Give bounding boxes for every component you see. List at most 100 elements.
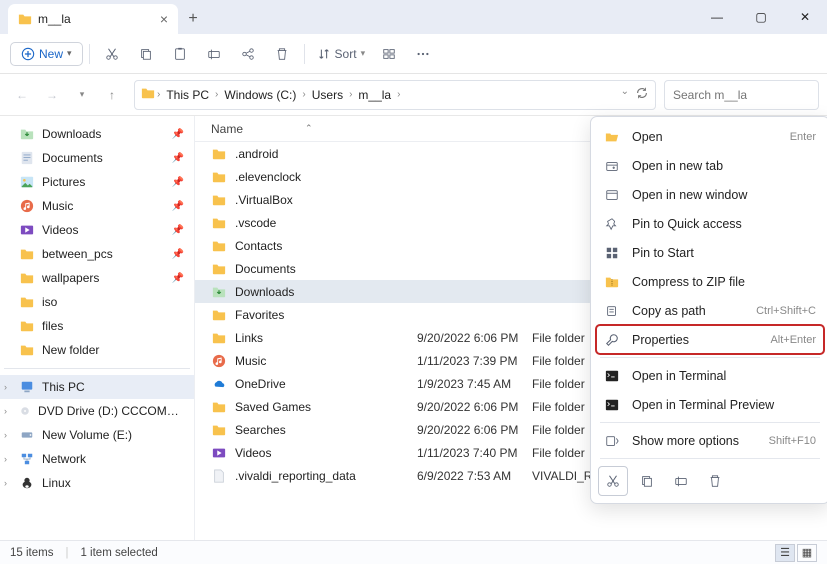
menu-item-properties[interactable]: Properties Alt+Enter bbox=[596, 325, 824, 354]
sidebar-item-label: wallpapers bbox=[42, 271, 99, 285]
plus-icon bbox=[21, 47, 35, 61]
back-button[interactable]: ← bbox=[8, 81, 36, 109]
sidebar-item-between_pcs[interactable]: between_pcs📌 bbox=[0, 242, 194, 266]
column-name[interactable]: Name⌃ bbox=[211, 122, 401, 136]
share-button[interactable] bbox=[232, 40, 264, 68]
file-date: 9/20/2022 6:06 PM bbox=[417, 400, 532, 414]
menu-item-label: Properties bbox=[632, 333, 758, 347]
copy-button[interactable] bbox=[130, 40, 162, 68]
paste-icon bbox=[173, 47, 187, 61]
sidebar-item-wallpapers[interactable]: wallpapers📌 bbox=[0, 266, 194, 290]
refresh-icon bbox=[635, 86, 649, 100]
expand-icon[interactable]: › bbox=[4, 478, 7, 488]
menu-item-open[interactable]: Open Enter bbox=[596, 122, 824, 151]
delete-button[interactable] bbox=[700, 466, 730, 496]
more-button[interactable] bbox=[407, 40, 439, 68]
paste-button[interactable] bbox=[164, 40, 196, 68]
chevron-right-icon: › bbox=[302, 89, 305, 100]
tab-close-icon[interactable]: × bbox=[160, 11, 168, 27]
menu-item-copy-as-path[interactable]: Copy as pathCtrl+Shift+C bbox=[596, 296, 824, 325]
menu-item-show-more-options[interactable]: Show more optionsShift+F10 bbox=[596, 426, 824, 455]
sidebar-item-linux[interactable]: ›Linux bbox=[0, 471, 194, 495]
refresh-button[interactable] bbox=[635, 86, 649, 103]
content-area: Name⌃ .android.elevenclock.VirtualBox.vs… bbox=[195, 116, 827, 540]
dropdown-icon[interactable]: ⌄ bbox=[617, 86, 633, 103]
breadcrumb[interactable]: This PC bbox=[162, 86, 213, 104]
sidebar-item-new-volume-e-[interactable]: ›New Volume (E:) bbox=[0, 423, 194, 447]
menu-item-accelerator: Shift+F10 bbox=[769, 435, 816, 447]
sidebar-item-new-folder[interactable]: New folder bbox=[0, 338, 194, 362]
folder-icon bbox=[141, 86, 155, 103]
sidebar-item-videos[interactable]: Videos📌 bbox=[0, 218, 194, 242]
sidebar-item-this-pc[interactable]: ›This PC bbox=[0, 375, 194, 399]
forward-button[interactable]: → bbox=[38, 81, 66, 109]
expand-icon[interactable]: › bbox=[4, 430, 7, 440]
cut-button[interactable] bbox=[96, 40, 128, 68]
video-icon bbox=[211, 445, 227, 461]
copy-button[interactable] bbox=[632, 466, 662, 496]
menu-item-pin-to-quick-access[interactable]: Pin to Quick access bbox=[596, 209, 824, 238]
pin-icon: 📌 bbox=[172, 225, 184, 236]
menu-item-label: Pin to Start bbox=[632, 246, 804, 260]
view-switcher: ☰ ▦ bbox=[775, 544, 817, 562]
search-box[interactable] bbox=[664, 80, 819, 110]
file-date: 1/9/2023 7:45 AM bbox=[417, 377, 532, 391]
sidebar-item-pictures[interactable]: Pictures📌 bbox=[0, 170, 194, 194]
menu-item-pin-to-start[interactable]: Pin to Start bbox=[596, 238, 824, 267]
up-button[interactable]: ↑ bbox=[98, 81, 126, 109]
sidebar-item-music[interactable]: Music📌 bbox=[0, 194, 194, 218]
rename-button[interactable] bbox=[666, 466, 696, 496]
sidebar-item-label: iso bbox=[42, 295, 57, 309]
titlebar: m__la × + — ▢ ✕ bbox=[0, 0, 827, 34]
new-tab-button[interactable]: + bbox=[178, 4, 208, 34]
sidebar-item-iso[interactable]: iso bbox=[0, 290, 194, 314]
new-button[interactable]: New ▾ bbox=[10, 42, 83, 66]
search-input[interactable] bbox=[673, 88, 827, 102]
close-button[interactable]: ✕ bbox=[783, 0, 827, 34]
folder-icon bbox=[211, 215, 227, 231]
music-icon bbox=[211, 353, 227, 369]
sidebar-item-documents[interactable]: Documents📌 bbox=[0, 146, 194, 170]
cut-icon bbox=[105, 47, 119, 61]
maximize-button[interactable]: ▢ bbox=[739, 0, 783, 34]
expand-icon[interactable]: › bbox=[4, 454, 7, 464]
menu-item-compress-to-zip-file[interactable]: Compress to ZIP file bbox=[596, 267, 824, 296]
view-button[interactable] bbox=[373, 40, 405, 68]
menu-item-open-in-new-tab[interactable]: Open in new tab bbox=[596, 151, 824, 180]
sidebar-item-files[interactable]: files bbox=[0, 314, 194, 338]
expand-icon[interactable]: › bbox=[4, 382, 7, 392]
menu-item-open-in-terminal-preview[interactable]: Open in Terminal Preview bbox=[596, 390, 824, 419]
delete-button[interactable] bbox=[266, 40, 298, 68]
menu-item-label: Open bbox=[632, 130, 778, 144]
icons-view-button[interactable]: ▦ bbox=[797, 544, 817, 562]
chevron-right-icon: › bbox=[215, 89, 218, 100]
sidebar-item-network[interactable]: ›Network bbox=[0, 447, 194, 471]
tab-current[interactable]: m__la × bbox=[8, 4, 178, 34]
breadcrumb[interactable]: m__la bbox=[354, 86, 395, 104]
props-icon bbox=[604, 333, 620, 347]
minimize-button[interactable]: — bbox=[695, 0, 739, 34]
file-name: OneDrive bbox=[235, 377, 417, 391]
folder-icon bbox=[20, 295, 34, 309]
folder-icon bbox=[20, 319, 34, 333]
sidebar-item-label: Pictures bbox=[42, 175, 85, 189]
recent-button[interactable]: ▾ bbox=[68, 81, 96, 109]
menu-item-open-in-new-window[interactable]: Open in new window bbox=[596, 180, 824, 209]
menu-item-accelerator: Alt+Enter bbox=[770, 334, 816, 346]
folder-icon bbox=[211, 238, 227, 254]
sidebar-item-dvd-drive-d-cccoma-x64fre-e[interactable]: ›DVD Drive (D:) CCCOMA_X64FRE_E bbox=[0, 399, 194, 423]
sort-button[interactable]: Sort ▾ bbox=[311, 47, 372, 61]
main: Downloads📌Documents📌Pictures📌Music📌Video… bbox=[0, 116, 827, 540]
breadcrumb[interactable]: Users bbox=[308, 86, 347, 104]
address-bar[interactable]: › This PC › Windows (C:) › Users › m__la… bbox=[134, 80, 656, 110]
menu-item-open-in-terminal[interactable]: Open in Terminal bbox=[596, 361, 824, 390]
cut-button[interactable] bbox=[598, 466, 628, 496]
menu-item-accelerator: Enter bbox=[790, 131, 816, 143]
file-name: Searches bbox=[235, 423, 417, 437]
sidebar-item-downloads[interactable]: Downloads📌 bbox=[0, 122, 194, 146]
rename-button[interactable] bbox=[198, 40, 230, 68]
expand-icon[interactable]: › bbox=[4, 406, 7, 416]
breadcrumb[interactable]: Windows (C:) bbox=[220, 86, 300, 104]
details-view-button[interactable]: ☰ bbox=[775, 544, 795, 562]
onedrive-icon bbox=[211, 376, 227, 392]
